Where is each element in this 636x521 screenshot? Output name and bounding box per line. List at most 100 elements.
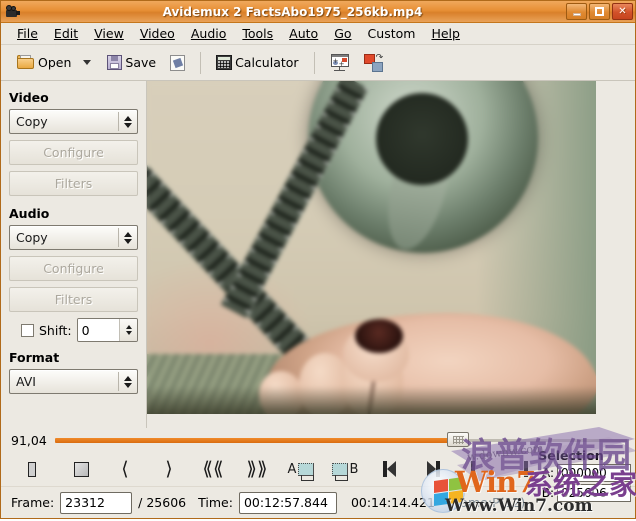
- menu-tools[interactable]: Tools: [234, 24, 281, 43]
- toolbar-separator-2: [313, 51, 315, 74]
- next-frame-button[interactable]: ⟩: [147, 455, 191, 483]
- video-filters-label: Filters: [54, 176, 93, 191]
- properties-button[interactable]: [164, 51, 191, 75]
- selection-b-input[interactable]: [557, 484, 631, 502]
- menu-tools-label: Tools: [242, 26, 274, 41]
- go-to-marker-a-button[interactable]: [455, 455, 499, 483]
- video-frame[interactable]: [147, 81, 596, 414]
- menu-file-label: File: [17, 26, 38, 41]
- chevron-down-icon[interactable]: [83, 60, 92, 65]
- menu-edit[interactable]: Edit: [46, 24, 86, 43]
- menu-go-label: Go: [334, 26, 352, 41]
- open-button[interactable]: Open: [11, 51, 77, 74]
- forward-icon: ⟫⟫: [246, 458, 268, 480]
- selection-group: Selection A: B:: [511, 448, 631, 516]
- audio-shift-row: Shift:: [21, 318, 138, 342]
- go-to-marker-a-icon: [470, 461, 484, 477]
- menu-audio-label: Audio: [190, 26, 227, 41]
- frame-label: Frame:: [11, 495, 55, 510]
- save-button[interactable]: Save: [101, 51, 162, 74]
- menu-auto-label: Auto: [289, 26, 319, 41]
- video-configure-label: Configure: [43, 145, 104, 160]
- audio-codec-select[interactable]: Copy: [9, 225, 138, 250]
- menu-video-label: Video: [139, 26, 175, 41]
- audio-codec-value: Copy: [16, 230, 48, 245]
- maximize-button[interactable]: [589, 3, 610, 20]
- forward-button[interactable]: ⟫⟫: [235, 455, 279, 483]
- marker-b-label: B: [349, 461, 359, 477]
- video-codec-value: Copy: [16, 114, 48, 129]
- folder-open-icon: [17, 55, 35, 70]
- frame-input[interactable]: [60, 491, 133, 514]
- set-marker-b-button[interactable]: B: [323, 455, 367, 483]
- menu-file[interactable]: File: [9, 24, 46, 43]
- menu-custom[interactable]: Custom: [360, 24, 424, 43]
- video-codec-select[interactable]: Copy: [9, 109, 138, 134]
- zoom-percent-label: 91,04: [11, 432, 47, 448]
- calculator-button-label: Calculator: [235, 55, 299, 70]
- format-select[interactable]: AVI: [9, 369, 138, 394]
- calculator-button[interactable]: Calculator: [210, 51, 304, 74]
- jobs-button[interactable]: + +: [324, 50, 356, 76]
- video-preview-area[interactable]: [147, 81, 635, 428]
- slider-filled-track: [55, 438, 462, 443]
- menu-help-label: Help: [431, 26, 460, 41]
- priority-button[interactable]: ↷: [358, 50, 389, 76]
- document-properties-icon: [170, 54, 186, 71]
- selection-title: Selection: [538, 448, 604, 463]
- shift-label: Shift:: [39, 322, 72, 338]
- selection-b-row: B:: [511, 484, 631, 502]
- spinner-icon[interactable]: [119, 319, 137, 341]
- maximize-icon: [595, 7, 604, 16]
- menu-audio[interactable]: Audio: [183, 24, 235, 43]
- menu-custom-label: Custom: [367, 26, 416, 41]
- open-button-label: Open: [38, 55, 72, 70]
- total-duration-label: 00:14:14.421: [350, 495, 435, 510]
- go-to-start-icon: [382, 461, 396, 477]
- go-to-end-icon: [426, 461, 440, 477]
- close-icon: ✕: [618, 6, 627, 17]
- audio-filters-label: Filters: [54, 292, 93, 307]
- video-configure-button[interactable]: Configure: [9, 140, 138, 165]
- audio-configure-label: Configure: [43, 261, 104, 276]
- go-to-end-button[interactable]: [411, 455, 455, 483]
- spinner-icon: [119, 231, 137, 244]
- audio-configure-button[interactable]: Configure: [9, 256, 138, 281]
- video-filters-button[interactable]: Filters: [9, 171, 138, 196]
- close-button[interactable]: ✕: [612, 3, 633, 20]
- video-camera-icon: [4, 3, 21, 20]
- menu-help[interactable]: Help: [423, 24, 468, 43]
- menu-auto[interactable]: Auto: [281, 24, 326, 43]
- timeline-slider[interactable]: [55, 431, 627, 449]
- selection-a-input[interactable]: [557, 464, 631, 482]
- menu-video[interactable]: Video: [132, 24, 183, 43]
- selection-b-label: B:: [541, 486, 554, 500]
- slider-thumb[interactable]: [446, 432, 469, 447]
- rewind-button[interactable]: ⟪⟪: [191, 455, 235, 483]
- previous-frame-button[interactable]: ⟨: [103, 455, 147, 483]
- go-to-start-button[interactable]: [367, 455, 411, 483]
- toolbar-separator-1: [200, 51, 202, 74]
- spinner-icon: [119, 115, 137, 128]
- play-pause-button[interactable]: [15, 455, 59, 483]
- menu-edit-label: Edit: [53, 26, 79, 41]
- menu-view[interactable]: View: [86, 24, 132, 43]
- minimize-button[interactable]: [566, 3, 587, 20]
- stop-button[interactable]: [59, 455, 103, 483]
- save-button-label: Save: [125, 55, 157, 70]
- title-bar[interactable]: Avidemux 2 FactsAbo1975_256kb.mp4 ✕: [1, 1, 635, 23]
- format-value: AVI: [16, 374, 36, 389]
- previous-frame-icon: ⟨: [121, 458, 129, 480]
- shift-checkbox[interactable]: [21, 323, 34, 337]
- play-pause-icon: [27, 461, 47, 477]
- menu-go[interactable]: Go: [326, 24, 359, 43]
- audio-filters-button[interactable]: Filters: [9, 287, 138, 312]
- status-bar: Frame: / 25606 Time: 00:14:14.421 Frame:…: [1, 448, 635, 518]
- video-blur-overlay: [147, 81, 596, 414]
- set-marker-a-button[interactable]: A: [279, 455, 323, 483]
- time-input[interactable]: [238, 491, 337, 514]
- minimize-icon: [572, 13, 581, 16]
- shift-input[interactable]: [77, 319, 119, 341]
- shift-stepper[interactable]: [76, 318, 138, 342]
- stop-icon: [73, 461, 89, 477]
